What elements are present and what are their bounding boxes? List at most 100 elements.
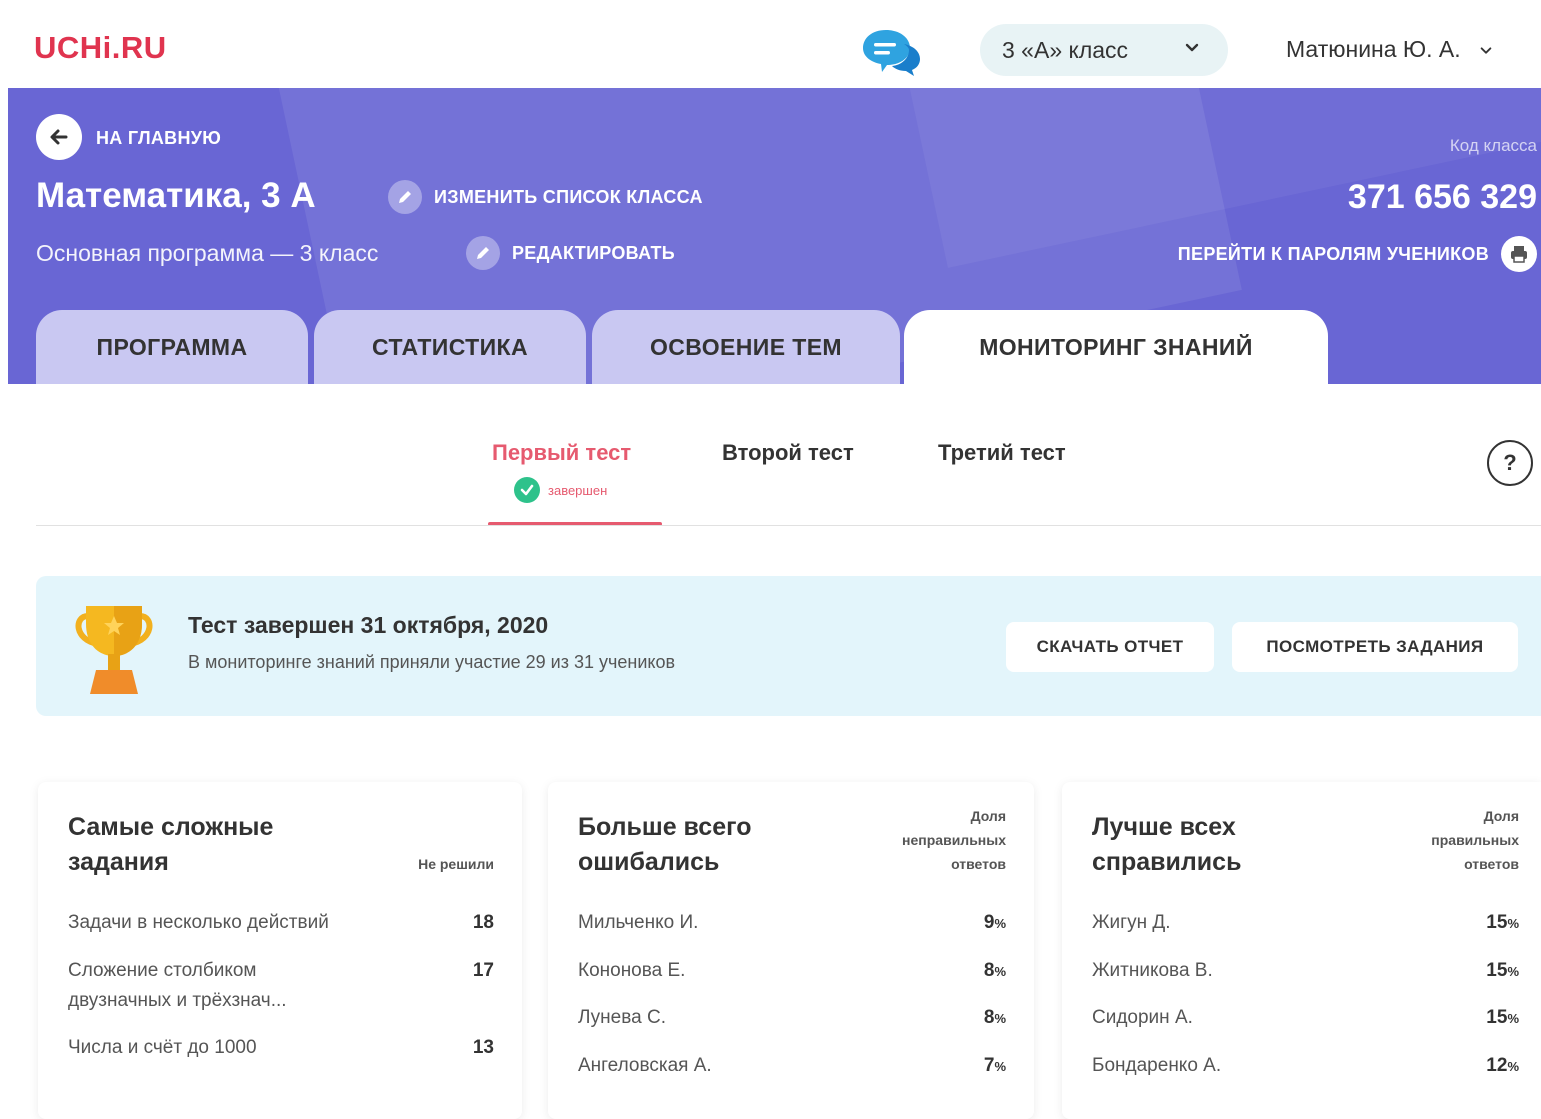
list-item: Жигун Д. 15% [1092,908,1519,948]
list-item: Мильченко И. 9% [578,908,1006,948]
student-name: Мильченко И. [578,912,699,933]
correct-answer-share: 12% [1486,1051,1519,1082]
student-name: Кононова Е. [578,960,686,981]
edit-class-list-label: ИЗМЕНИТЬ СПИСОК КЛАССА [434,186,703,207]
tab-program[interactable]: ПРОГРАММА [36,310,308,384]
column-header-line: неправильных [902,832,1006,848]
subtab-first-test[interactable]: Первый тест [492,440,631,466]
printer-icon [1501,236,1537,272]
course-title: Математика, 3 А [36,176,316,215]
student-name: Ангеловская А. [578,1055,712,1076]
list-item: Кононова Е. 8% [578,956,1006,996]
card-title-line: справились [1092,848,1242,876]
list-item: Числа и счёт до 1000 13 [68,1033,494,1073]
download-report-button[interactable]: СКАЧАТЬ ОТЧЕТ [1006,622,1214,672]
percent-unit: % [1507,1011,1519,1026]
test-subtabs: Первый тест завершен Второй тест Третий … [0,384,1541,528]
logo[interactable]: UCHi.RU [34,30,167,66]
card-title-line: Больше всего [578,813,752,841]
correct-answer-share: 15% [1486,1003,1519,1034]
back-button[interactable] [36,114,82,160]
help-icon[interactable]: ? [1487,440,1533,486]
correct-answer-share: 15% [1486,956,1519,987]
card-title-line: задания [68,848,169,876]
class-code-label: Код класса [1449,136,1537,155]
not-solved-count: 18 [472,912,494,933]
tab-topics[interactable]: ОСВОЕНИЕ ТЕМ [592,310,900,384]
class-select-value: 3 «А» класс [1002,36,1129,63]
class-code: 371 656 329 [1347,178,1537,216]
student-passwords-link[interactable]: ПЕРЕЙТИ К ПАРОЛЯМ УЧЕНИКОВ [1178,236,1537,272]
arrow-left-icon [50,129,68,145]
list-item: Сложение столбиком двузначных и трёхзнач… [68,956,494,1026]
student-name: Жигун Д. [1092,912,1171,933]
chevron-down-icon [1185,43,1199,52]
check-icon [514,477,540,503]
top-bar: UCHi.RU 3 «А» класс Матюнина Ю. А. [0,0,1541,90]
share-value: 15 [1486,1007,1508,1028]
best-results-card: Лучше всех справились Доля правильных от… [1062,782,1541,1119]
trophy-icon [75,606,153,694]
student-name: Сидорин А. [1092,1007,1193,1028]
student-passwords-label: ПЕРЕЙТИ К ПАРОЛЯМ УЧЕНИКОВ [1177,243,1489,264]
divider [36,525,1541,526]
banner-title: Тест завершен 31 октября, 2020 [188,612,549,638]
user-name: Матюнина Ю. А. [1286,36,1461,62]
subtab-second-test[interactable]: Второй тест [722,440,854,466]
share-value: 12 [1486,1055,1508,1076]
view-tasks-button[interactable]: ПОСМОТРЕТЬ ЗАДАНИЯ [1232,622,1518,672]
percent-unit: % [1507,964,1519,979]
tab-statistics[interactable]: СТАТИСТИКА [314,310,586,384]
chat-icon[interactable] [860,24,922,76]
share-value: 15 [1486,912,1508,933]
card-title-line: Самые сложные [68,813,274,841]
task-name: Числа и счёт до 1000 [68,1037,257,1058]
card-title: Самые сложные задания [68,810,273,880]
list-item: Задачи в несколько действий 18 [68,908,494,948]
task-name: Сложение столбиком двузначных и трёхзнач… [68,960,287,1011]
back-link[interactable]: НА ГЛАВНУЮ [96,128,221,149]
list-item: Бондаренко А. 12% [1092,1051,1519,1091]
share-value: 15 [1486,960,1508,981]
pencil-icon [466,236,500,270]
percent-unit: % [994,1011,1006,1026]
percent-unit: % [994,916,1006,931]
column-header-line: ответов [1464,856,1519,872]
most-mistakes-card: Больше всего ошибались Доля неправильных… [548,782,1034,1119]
column-header-line: ответов [951,856,1006,872]
edit-program-button[interactable]: РЕДАКТИРОВАТЬ [466,236,675,270]
subtab-third-test[interactable]: Третий тест [938,440,1066,466]
edit-class-list-button[interactable]: ИЗМЕНИТЬ СПИСОК КЛАССА [388,180,703,214]
card-title-line: Лучше всех [1092,813,1236,841]
class-select[interactable]: 3 «А» класс [980,24,1228,76]
percent-unit: % [994,1059,1006,1074]
test-status-text: завершен [548,482,608,498]
column-header: Доля правильных ответов [1431,804,1519,876]
user-menu[interactable]: Матюнина Ю. А. [1286,36,1493,63]
not-solved-count: 13 [472,1037,494,1058]
card-title: Лучше всех справились [1092,810,1241,880]
program-subtitle: Основная программа — 3 класс [36,240,379,266]
wrong-answer-share: 9% [984,908,1006,939]
column-header-line: Доля [1483,808,1519,824]
test-status: завершен [514,477,607,503]
column-header-line: Доля [970,808,1006,824]
percent-unit: % [994,964,1006,979]
hardest-tasks-card: Самые сложные задания Не решили Задачи в… [38,782,522,1119]
column-header: Доля неправильных ответов [902,804,1006,876]
edit-program-label: РЕДАКТИРОВАТЬ [512,242,676,263]
list-item: Житникова В. 15% [1092,956,1519,996]
column-header: Не решили [418,856,494,872]
class-header: НА ГЛАВНУЮ Математика, 3 А ИЗМЕНИТЬ СПИС… [8,88,1541,384]
pencil-icon [388,180,422,214]
card-title: Больше всего ошибались [578,810,751,880]
tab-knowledge-monitoring[interactable]: МОНИТОРИНГ ЗНАНИЙ [904,310,1328,384]
student-name: Житникова В. [1092,960,1213,981]
share-value: 8 [983,960,995,981]
wrong-answer-share: 8% [984,1003,1006,1034]
column-header-line: правильных [1431,832,1519,848]
list-item: Лунева С. 8% [578,1003,1006,1043]
list-item: Сидорин А. 15% [1092,1003,1519,1043]
share-value: 8 [983,1007,995,1028]
correct-answer-share: 15% [1486,908,1519,939]
